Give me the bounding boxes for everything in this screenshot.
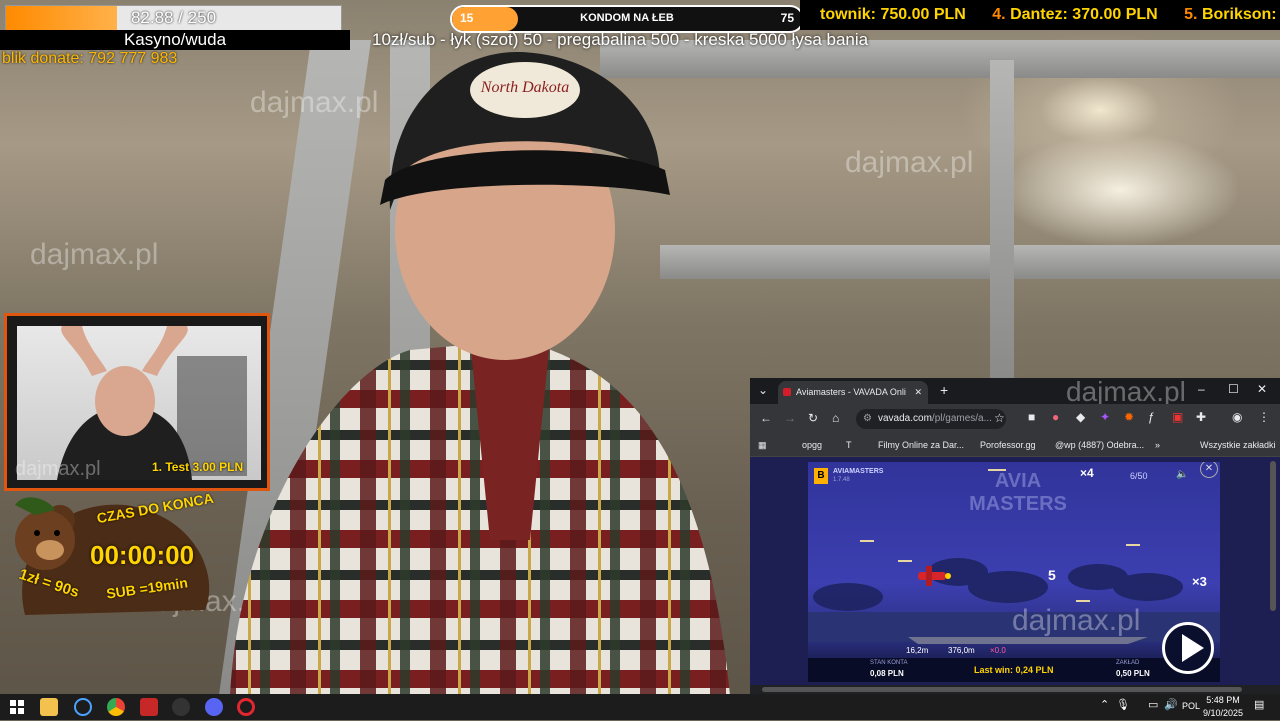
language-indicator[interactable]: POL (1182, 700, 1200, 713)
watermark: dajmax.pl (1012, 604, 1141, 637)
profile-avatar-icon[interactable]: ◉ (1232, 410, 1242, 424)
play-icon (1182, 634, 1204, 662)
donor-entry: townik: 750.00 PLN (820, 6, 966, 23)
watermark: dajmax.pl (30, 238, 159, 271)
center-number: 5 (1048, 567, 1056, 583)
voicemeeter-icon[interactable] (140, 698, 158, 716)
file-explorer-icon[interactable] (40, 698, 58, 716)
home-icon[interactable]: ⌂ (832, 411, 839, 425)
menu-kebab-icon[interactable]: ⋮ (1258, 410, 1270, 424)
bet-value: 0,50 PLN (1116, 669, 1150, 678)
game-scene (808, 469, 1220, 644)
site-info-icon[interactable]: ⚙ (863, 409, 872, 429)
tab-strip: ⌄ Aviamasters - VAVADA Onli ✕ + dajmax.p… (750, 376, 1280, 407)
last-win: Last win: 0,24 PLN (974, 665, 1054, 675)
sub-rules-text: 10zł/sub - łyk (szot) 50 - pregabalina 5… (372, 30, 869, 49)
extension-icon[interactable]: ● (1052, 410, 1059, 424)
extension-icon[interactable]: ✦ (1100, 410, 1110, 424)
extension-icon[interactable]: ƒ (1148, 410, 1155, 424)
browser-window: ⌄ Aviamasters - VAVADA Onli ✕ + dajmax.p… (750, 376, 1280, 694)
stat-multiplier: ×0.0 (990, 646, 1006, 655)
ccleaner-icon[interactable] (74, 698, 92, 716)
webcam-frame: dajmax.pl 1. Test 3.00 PLN (4, 313, 270, 491)
bookmark-filmy[interactable]: Filmy Online za Dar... (878, 434, 964, 456)
goal-label: Kasyno/wuda (0, 30, 350, 50)
clock[interactable]: 5:48 PM 9/10/2025 (1200, 694, 1246, 720)
extension-icon[interactable]: ◆ (1076, 410, 1085, 424)
bookmark-opgg[interactable]: opgg (802, 434, 822, 456)
extension-icon[interactable]: ■ (1028, 410, 1035, 424)
horizontal-scrollbar[interactable] (762, 687, 1242, 692)
aviamasters-game[interactable]: B AVIAMASTERS 1.7.48 AVIA MASTERS ×4 6/5… (808, 462, 1220, 682)
tab-close-icon[interactable]: ✕ (914, 381, 922, 404)
extension-icon[interactable]: ▣ (1172, 410, 1183, 424)
browser-toolbar: ← → ↻ ⌂ ⚙ vavada.com/pl/games/a... ☆ ■ ●… (750, 404, 1280, 434)
notifications-icon[interactable]: ▤ (1254, 699, 1264, 712)
taskbar: ⌃ 🎙 ▭ 🔊 POL 5:48 PM 9/10/2025 ▤ (0, 694, 1280, 720)
webcam-donor-badge: 1. Test 3.00 PLN (152, 460, 244, 474)
stat-distance: 376,0m (948, 646, 975, 655)
minimize-icon[interactable]: – (1198, 382, 1205, 396)
stat-altitude: 16,2m (906, 646, 929, 655)
windows-start-icon[interactable] (8, 698, 26, 716)
donor-entry: 5. Borikson: 2 (1184, 6, 1280, 23)
poll-title: KONDOM NA ŁEB (580, 12, 674, 24)
bookmark-star-icon[interactable]: ☆ (994, 411, 1005, 425)
vertical-scrollbar[interactable] (1270, 461, 1276, 611)
play-button[interactable] (1162, 622, 1214, 674)
apps-grid-icon[interactable]: ▦ (758, 434, 767, 456)
extension-icon[interactable]: ✹ (1124, 410, 1134, 424)
streamer-video: North Dakota (230, 51, 730, 695)
back-icon[interactable]: ← (760, 411, 772, 425)
bookmark-porofessor[interactable]: Porofessor.gg (980, 434, 1036, 456)
vavada-favicon-icon (783, 388, 791, 396)
volume-icon[interactable]: 🔊 (1164, 699, 1178, 712)
obs-icon[interactable] (172, 698, 190, 716)
opera-icon[interactable] (237, 698, 255, 716)
bookmarks-bar: ▦ opgg T Filmy Online za Dar... Porofess… (750, 434, 1280, 457)
clock-date: 9/10/2025 (1202, 708, 1244, 718)
balance-value: 0,08 PLN (870, 669, 904, 678)
reload-icon[interactable]: ↻ (808, 411, 818, 425)
multiplier-right: ×3 (1192, 574, 1207, 589)
network-icon[interactable]: ▭ (1148, 699, 1158, 712)
forward-icon[interactable]: → (784, 411, 796, 425)
chrome-icon[interactable] (107, 698, 125, 716)
watermark: dajmax.pl (15, 458, 101, 480)
donor-entry: 4. Dantez: 370.00 PLN (992, 6, 1158, 23)
poll-bar: 15 KONDOM NA ŁEB 75 (450, 5, 804, 33)
poll-right-count: 75 (780, 11, 794, 25)
bookmark-t[interactable]: T (846, 434, 852, 456)
maximize-icon[interactable]: ☐ (1228, 382, 1239, 396)
bet-label: ZAKŁAD (1116, 660, 1140, 666)
mic-icon[interactable]: 🎙 (1116, 699, 1130, 712)
new-tab-icon[interactable]: + (940, 382, 948, 398)
shelf-upright (990, 60, 1014, 380)
page-content: B AVIAMASTERS 1.7.48 AVIA MASTERS ×4 6/5… (750, 457, 1280, 685)
clock-time: 5:48 PM (1206, 695, 1240, 705)
balance-label: STAN KONTA (870, 660, 908, 666)
all-bookmarks-folder[interactable]: Wszystkie zakładki (1200, 434, 1276, 456)
discord-icon[interactable] (205, 698, 223, 716)
address-bar[interactable]: ⚙ vavada.com/pl/games/a... (856, 409, 1006, 429)
watermark: dajmax.pl (845, 146, 974, 179)
tab-title: Aviamasters - VAVADA Onli (796, 387, 906, 397)
donation-goal-bar: 82.88 / 250 (5, 5, 342, 31)
tray-chevron-icon[interactable]: ⌃ (1100, 699, 1109, 712)
cap-logo: North Dakota (480, 79, 569, 96)
extensions-puzzle-icon[interactable]: ✚ (1196, 410, 1206, 424)
tab-aviamasters[interactable]: Aviamasters - VAVADA Onli ✕ (778, 381, 928, 404)
goal-amount: 82.88 / 250 (130, 8, 217, 27)
bookmark-wp[interactable]: @wp (4887) Odebra... (1055, 434, 1144, 456)
top-donors-ticker: townik: 750.00 PLN 4. Dantez: 370.00 PLN… (800, 0, 1280, 30)
close-window-icon[interactable]: ✕ (1257, 382, 1267, 396)
tab-search-icon[interactable]: ⌄ (758, 383, 768, 397)
bookmarks-overflow-icon[interactable]: » (1155, 434, 1160, 456)
webcam-video (17, 326, 261, 480)
timer-value: 00:00:00 (90, 540, 195, 570)
blik-donate-text: blik donate: 792 777 983 (2, 50, 178, 67)
